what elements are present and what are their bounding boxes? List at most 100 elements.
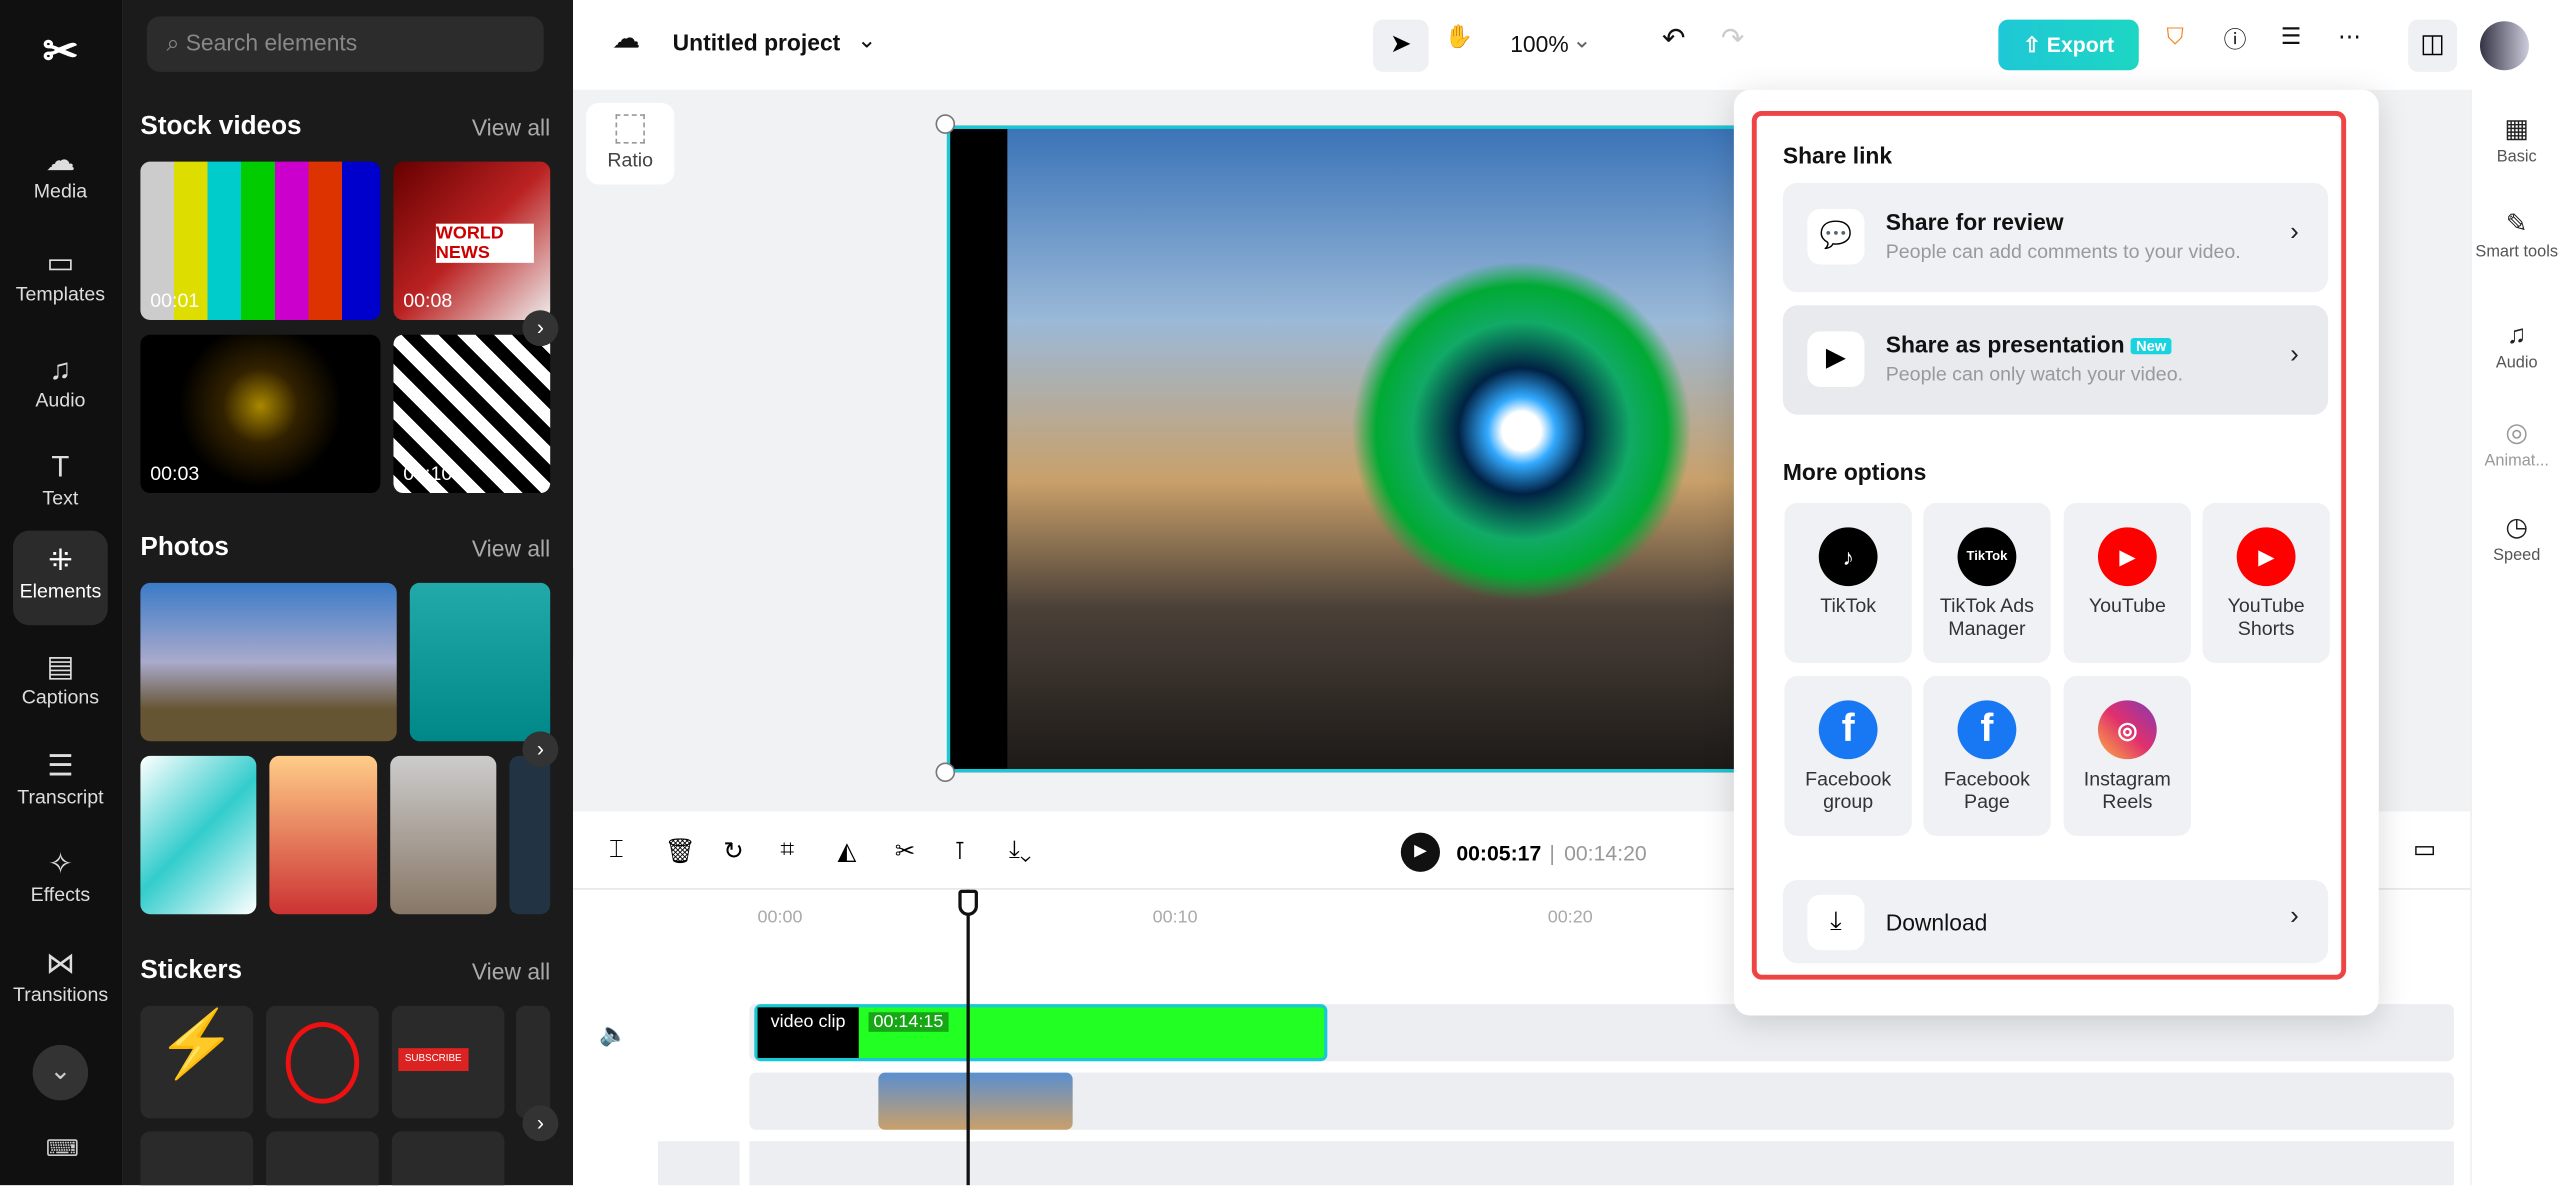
video-preview[interactable]	[946, 125, 1764, 773]
right-item-audio[interactable]: ♫ Audio	[2472, 322, 2560, 373]
playhead[interactable]	[966, 889, 970, 1186]
avatar[interactable]	[2479, 21, 2529, 71]
instagram-reels-button[interactable]: ◎ Instagram Reels	[2063, 675, 2192, 836]
sticker-thumb[interactable]	[515, 1005, 551, 1119]
video-thumb[interactable]: 00:10	[393, 334, 551, 494]
rail-item-text[interactable]: T Text	[13, 438, 108, 533]
music-icon: ♫	[2506, 321, 2527, 350]
photo-thumb[interactable]	[140, 755, 257, 915]
video-thumb[interactable]: 00:01	[140, 161, 381, 320]
rail-item-effects[interactable]: ✧ Effects	[13, 834, 108, 929]
news-text: WORLD NEWS	[435, 223, 534, 263]
scroll-right-button[interactable]: ›	[522, 731, 559, 768]
track-bg	[657, 1141, 740, 1186]
facebook-group-button[interactable]: f Facebook group	[1784, 675, 1912, 836]
sticker-thumb[interactable]: SUBSCRIBE	[391, 1005, 505, 1119]
music-icon: ♫	[49, 352, 72, 386]
video-thumb[interactable]: WORLD NEWS 00:08	[393, 161, 551, 320]
crop-icon[interactable]: ⌗	[780, 836, 794, 864]
rail-item-transcript[interactable]: ☰ Transcript	[13, 736, 108, 831]
tiktok-ads-button[interactable]: TikTok TikTok Ads Manager	[1923, 502, 2051, 663]
select-tool-button[interactable]: ➤	[1373, 19, 1429, 72]
help-icon[interactable]: ⓘ	[2224, 23, 2247, 56]
video-clip[interactable]: video clip 00:14:15	[754, 1004, 1328, 1062]
resize-handle[interactable]	[935, 114, 956, 134]
chevron-right-icon: ›	[2290, 902, 2299, 931]
right-item-speed[interactable]: ◷ Speed	[2472, 511, 2560, 565]
capcut-logo: ✂	[42, 26, 79, 76]
photo-thumb[interactable]	[509, 755, 551, 915]
keyboard-icon[interactable]: ⌨	[46, 1135, 79, 1163]
project-title[interactable]: Untitled project	[673, 29, 841, 55]
view-all-photos[interactable]: View all	[472, 536, 550, 562]
volume-icon[interactable]: 🔈	[599, 1020, 627, 1048]
sticker-thumb[interactable]	[140, 1131, 254, 1186]
download-button[interactable]: ⤓ Download ›	[1782, 879, 2329, 964]
scroll-right-button[interactable]: ›	[522, 310, 559, 347]
share-presentation-title: Share as presentation	[1885, 331, 2125, 358]
scroll-right-button[interactable]: ›	[522, 1105, 559, 1142]
export-button[interactable]: ⇧ Export	[1998, 19, 2139, 71]
top-bar: ☁ Untitled project ⌄ ➤ ✋ 100% ⌄ ↶ ↷ ⇧ Ex…	[573, 0, 2560, 90]
play-button[interactable]: ▶	[1400, 832, 1440, 872]
rail-item-captions[interactable]: ▤ Captions	[13, 637, 108, 732]
sticker-thumb[interactable]	[266, 1131, 379, 1186]
flip-icon[interactable]: ◭	[838, 836, 857, 866]
youtube-button[interactable]: ▶ YouTube	[2063, 502, 2192, 663]
undo-icon[interactable]: ↶	[1662, 23, 1685, 56]
chevron-down-icon[interactable]: ⌄	[1572, 26, 1591, 54]
share-for-review-button[interactable]: 💬 Share for review People can add commen…	[1782, 182, 2329, 293]
rail-label: Transitions	[13, 982, 109, 1006]
presentation-icon: ▶	[1807, 331, 1865, 387]
screen-icon[interactable]: ▭	[2413, 834, 2436, 864]
sticker-thumb[interactable]	[391, 1131, 505, 1186]
photo-thumb[interactable]	[140, 582, 397, 742]
resize-handle[interactable]	[935, 762, 956, 783]
hand-tool-icon[interactable]: ✋	[1445, 23, 1473, 51]
facebook-page-button[interactable]: f Facebook Page	[1923, 675, 2051, 836]
right-label: Speed	[2493, 546, 2541, 565]
text-split-icon[interactable]: ⊺	[953, 836, 966, 866]
collapse-button[interactable]: ⌄	[32, 1044, 89, 1101]
tiktok-button[interactable]: ♪ TikTok	[1784, 502, 1912, 663]
zoom-level[interactable]: 100%	[1510, 31, 1568, 57]
layers-icon[interactable]: ☰	[2281, 23, 2302, 51]
replay-icon[interactable]: ↻	[723, 836, 744, 866]
subscribe-sticker: SUBSCRIBE	[398, 1048, 469, 1072]
rail-label: Transcript	[17, 785, 104, 809]
view-all-stickers[interactable]: View all	[472, 958, 550, 984]
share-as-presentation-button[interactable]: ▶ Share as presentation New People can on…	[1782, 305, 2329, 415]
youtube-shorts-button[interactable]: ▶ YouTube Shorts	[2202, 502, 2330, 663]
tiktok-icon: ♪	[1818, 527, 1878, 587]
view-all-videos[interactable]: View all	[472, 114, 550, 140]
sticker-thumb[interactable]: ⚡	[140, 1005, 254, 1119]
rail-item-audio[interactable]: ♫ Audio	[13, 340, 108, 435]
template-icon: ▭	[46, 246, 75, 280]
photo-thumb[interactable]	[409, 582, 551, 742]
video-thumb[interactable]: 00:03	[140, 334, 381, 494]
photo-thumb[interactable]	[390, 755, 497, 915]
right-item-basic[interactable]: ▦ Basic	[2472, 113, 2560, 167]
rail-item-transitions[interactable]: ⋈ Transitions	[13, 934, 108, 1029]
ratio-button[interactable]: Ratio	[586, 102, 675, 185]
chevron-down-icon[interactable]: ⌄	[857, 26, 876, 54]
delete-icon[interactable]: 🗑	[664, 836, 695, 866]
right-item-smart-tools[interactable]: ✎ Smart tools	[2472, 207, 2560, 262]
layout-toggle-button[interactable]: ◫	[2408, 19, 2458, 72]
more-icon[interactable]: ⋯	[2338, 23, 2361, 51]
download-icon[interactable]: ⤓⌄	[1009, 836, 1031, 864]
redo-icon[interactable]: ↷	[1721, 23, 1744, 56]
rail-item-media[interactable]: ☁ Media	[13, 131, 108, 226]
right-item-animation[interactable]: ◎ Animat...	[2472, 416, 2560, 471]
rail-item-elements[interactable]: ⁜ Elements	[13, 530, 108, 626]
shield-icon[interactable]: ⛉	[2167, 23, 2184, 51]
sticker-thumb[interactable]	[266, 1005, 379, 1119]
playhead-handle[interactable]	[958, 889, 978, 916]
ratio-label: Ratio	[607, 148, 654, 172]
search-input[interactable]: ⌕ Search elements	[146, 16, 544, 72]
rail-item-templates[interactable]: ▭ Templates	[13, 233, 108, 328]
cut-icon[interactable]: ✂	[895, 836, 916, 866]
split-icon[interactable]: ⌶	[609, 836, 624, 864]
photo-thumb[interactable]	[269, 755, 378, 915]
image-clip[interactable]	[878, 1072, 1073, 1130]
